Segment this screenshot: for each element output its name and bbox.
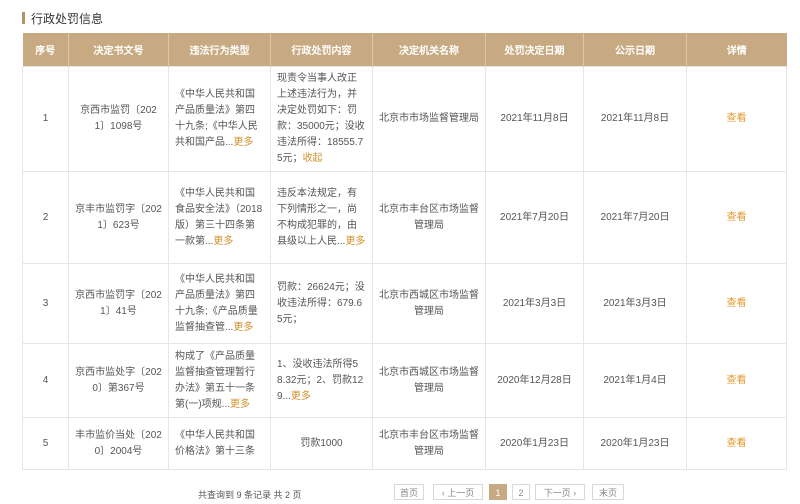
cell-decision-date: 2020年1月23日 [485, 417, 584, 470]
cell-violation: 《中华人民共和国食品安全法》（2018版）第三十四条第一款第...更多 [168, 171, 271, 264]
collapse-link[interactable]: 收起 [303, 153, 323, 164]
cell-violation: 《中华人民共和国价格法》第十三条 [168, 417, 271, 470]
section-title: 行政处罚信息 [22, 9, 103, 27]
cell-detail: 查看 [686, 417, 787, 470]
cell-decision-date: 2020年12月28日 [485, 343, 584, 418]
content-text: 罚款：26624元；没收违法所得：679.65元； [277, 281, 365, 325]
cell-decision-date: 2021年3月3日 [485, 263, 584, 344]
cell-violation: 《中华人民共和国产品质量法》第四十九条;《产品质量监督抽查管...更多 [168, 263, 271, 344]
cell-detail: 查看 [686, 343, 787, 418]
cell-index: 3 [22, 263, 69, 344]
pagination-summary: 共查询到 9 条记录 共 2 页 [198, 490, 302, 500]
cell-content: 违反本法规定，有下列情形之一，尚不构成犯罪的，由县级以上人民...更多 [270, 171, 373, 264]
cell-violation: 《中华人民共和国产品质量法》第四十九条;《中华人民共和国产品...更多 [168, 66, 271, 172]
table-row: 2 京丰市监罚字〔2021〕623号 《中华人民共和国食品安全法》（2018版）… [22, 171, 787, 264]
cell-content: 罚款1000 [270, 417, 373, 470]
header-decision-date: 处罚决定日期 [485, 33, 584, 67]
cell-content: 现责令当事人改正上述违法行为，并决定处罚如下：罚款：35000元；没收违法所得：… [270, 66, 373, 172]
cell-index: 5 [22, 417, 69, 470]
header-index: 序号 [22, 33, 69, 67]
table-row: 4 京西市监处字〔2020〕第367号 构成了《产品质量监督抽查管理暂行办法》第… [22, 343, 787, 418]
more-link[interactable]: 更多 [230, 399, 250, 410]
cell-index: 2 [22, 171, 69, 264]
cell-publish-date: 2021年1月4日 [583, 343, 687, 418]
cell-doc-no: 京西市监罚字〔2021〕41号 [68, 263, 169, 344]
cell-publish-date: 2020年1月23日 [583, 417, 687, 470]
table-header-row: 序号 决定书文号 违法行为类型 行政处罚内容 决定机关名称 处罚决定日期 公示日… [22, 33, 787, 67]
cell-detail: 查看 [686, 66, 787, 172]
cell-publish-date: 2021年7月20日 [583, 171, 687, 264]
cell-authority: 北京市丰台区市场监督管理局 [372, 171, 486, 264]
more-link[interactable]: 更多 [345, 236, 365, 247]
cell-publish-date: 2021年11月8日 [583, 66, 687, 172]
header-detail: 详情 [686, 33, 787, 67]
cell-violation: 构成了《产品质量监督抽查管理暂行办法》第五十一条第(一)项规...更多 [168, 343, 271, 418]
page: 行政处罚信息 序号 决定书文号 违法行为类型 行政处罚内容 决定机关名称 处罚决… [0, 0, 800, 500]
cell-decision-date: 2021年11月8日 [485, 66, 584, 172]
cell-doc-no: 京西市监罚〔2021〕1098号 [68, 66, 169, 172]
cell-doc-no: 丰市监价当处〔2020〕2004号 [68, 417, 169, 470]
cell-detail: 查看 [686, 171, 787, 264]
cell-content: 1、没收违法所得58.32元；2、罚款129...更多 [270, 343, 373, 418]
title-accent-bar [22, 12, 25, 24]
content-text: 现责令当事人改正上述违法行为，并决定处罚如下：罚款：35000元；没收违法所得：… [277, 73, 365, 164]
cell-doc-no: 京西市监处字〔2020〕第367号 [68, 343, 169, 418]
cell-content: 罚款：26624元；没收违法所得：679.65元； [270, 263, 373, 344]
table-row: 5 丰市监价当处〔2020〕2004号 《中华人民共和国价格法》第十三条 罚款1… [22, 417, 787, 470]
pagination: 共查询到 9 条记录 共 2 页 首页 ‹ 上一页 1 2 下一页 › 末页 [0, 484, 800, 504]
cell-index: 4 [22, 343, 69, 418]
cell-doc-no: 京丰市监罚字〔2021〕623号 [68, 171, 169, 264]
more-link[interactable]: 更多 [233, 322, 253, 333]
more-link[interactable]: 更多 [233, 137, 253, 148]
more-link[interactable]: 更多 [213, 236, 233, 247]
penalty-table: 序号 决定书文号 违法行为类型 行政处罚内容 决定机关名称 处罚决定日期 公示日… [22, 33, 787, 470]
header-doc-no: 决定书文号 [68, 33, 169, 67]
view-link[interactable]: 查看 [727, 113, 747, 124]
cell-authority: 北京市丰台区市场监督管理局 [372, 417, 486, 470]
header-violation: 违法行为类型 [168, 33, 271, 67]
cell-decision-date: 2021年7月20日 [485, 171, 584, 264]
cell-publish-date: 2021年3月3日 [583, 263, 687, 344]
cell-index: 1 [22, 66, 69, 172]
violation-text: 《中华人民共和国价格法》第十三条 [175, 429, 255, 457]
view-link[interactable]: 查看 [727, 438, 747, 449]
header-publish-date: 公示日期 [583, 33, 687, 67]
cell-detail: 查看 [686, 263, 787, 344]
content-text: 罚款1000 [300, 437, 343, 449]
section-title-text: 行政处罚信息 [31, 11, 104, 26]
cell-authority: 北京市西城区市场监督管理局 [372, 343, 486, 418]
more-link[interactable]: 更多 [291, 391, 311, 402]
view-link[interactable]: 查看 [727, 212, 747, 223]
header-authority: 决定机关名称 [372, 33, 486, 67]
view-link[interactable]: 查看 [727, 375, 747, 386]
table-row: 1 京西市监罚〔2021〕1098号 《中华人民共和国产品质量法》第四十九条;《… [22, 66, 787, 172]
cell-authority: 北京市市场监督管理局 [372, 66, 486, 172]
view-link[interactable]: 查看 [727, 298, 747, 309]
header-content: 行政处罚内容 [270, 33, 373, 67]
table-row: 3 京西市监罚字〔2021〕41号 《中华人民共和国产品质量法》第四十九条;《产… [22, 263, 787, 344]
cell-authority: 北京市西城区市场监督管理局 [372, 263, 486, 344]
